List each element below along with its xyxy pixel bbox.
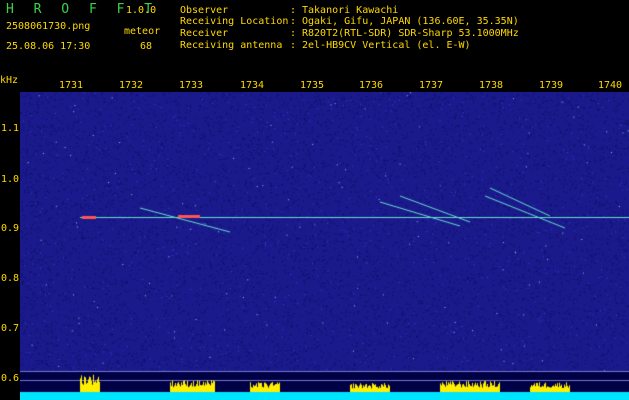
- location-value: Ogaki, Gifu, JAPAN (136.60E, 35.35N): [302, 16, 519, 27]
- meteor-label: meteor: [124, 26, 161, 37]
- meteor-count: 68: [140, 41, 153, 52]
- observer-label: Observer: [180, 5, 229, 16]
- capture-datetime: 25.08.06 17:30: [6, 41, 91, 52]
- y-axis-unit-label: kHz: [0, 75, 19, 86]
- x-tick-label: 1736: [359, 80, 384, 91]
- antenna-value: 2el-HB9CV Vertical (el. E-W): [302, 40, 471, 51]
- app-version: 1.0.0: [126, 5, 157, 16]
- x-tick-label: 1731: [59, 80, 84, 91]
- x-tick-label: 1732: [119, 80, 144, 91]
- x-tick-label: 1737: [419, 80, 444, 91]
- receiver-value: R820T2(RTL-SDR) SDR-Sharp 53.1000MHz: [302, 28, 519, 39]
- header-panel: H R O F F T 1.0.0 2508061730.png 25.08.0…: [0, 0, 629, 76]
- colon-sep: :: [290, 40, 297, 51]
- x-tick-label: 1739: [539, 80, 564, 91]
- y-tick-label: 1.1: [1, 123, 20, 134]
- x-tick-label: 1740: [598, 80, 623, 91]
- x-tick-label: 1734: [240, 80, 265, 91]
- colon-sep: :: [290, 16, 297, 27]
- colon-sep: :: [290, 5, 297, 16]
- x-tick-label: 1735: [300, 80, 325, 91]
- receiver-label: Receiver: [180, 28, 229, 39]
- y-tick-label: 1.0: [1, 174, 20, 185]
- observer-value: Takanori Kawachi: [302, 5, 399, 16]
- x-tick-label: 1738: [479, 80, 504, 91]
- y-tick-label: 0.9: [1, 223, 20, 234]
- y-tick-label: 0.8: [1, 273, 20, 284]
- file-name: 2508061730.png: [6, 21, 91, 32]
- y-tick-label: 0.7: [1, 323, 20, 334]
- colon-sep: :: [290, 28, 297, 39]
- location-label: Receiving Location: [180, 16, 289, 27]
- antenna-label: Receiving antenna: [180, 40, 283, 51]
- y-tick-label: 0.6: [1, 373, 20, 384]
- x-tick-label: 1733: [179, 80, 204, 91]
- spectrogram-plot: [20, 92, 629, 400]
